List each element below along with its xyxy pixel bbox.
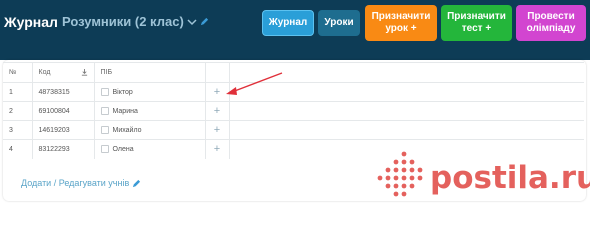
arrow-annotation (226, 72, 283, 95)
plus-icon[interactable]: + (214, 105, 220, 117)
page-title: Журнал (4, 14, 58, 30)
row-num: 1 (3, 82, 33, 102)
lessons-button-label: Уроки (324, 17, 354, 28)
assign-test-label-line2: тест + (461, 23, 492, 34)
chevron-down-icon (187, 18, 197, 25)
row-name-cell: Олена (94, 139, 206, 159)
row-checkbox[interactable] (100, 88, 109, 96)
plus-icon[interactable]: + (214, 143, 220, 155)
plus-icon[interactable]: + (214, 124, 220, 136)
column-num-header: № (3, 62, 33, 83)
row-name: Марина (112, 107, 138, 115)
pencil-icon (133, 179, 141, 187)
column-code-label: Код (38, 69, 51, 76)
download-icon[interactable] (81, 69, 88, 76)
column-name-header: ПІБ (94, 62, 206, 83)
class-selector[interactable]: Розумники (2 клас) (62, 14, 209, 29)
row-checkbox[interactable] (100, 145, 109, 154)
table-header-row: № Код ПІБ (3, 62, 584, 83)
assign-lesson-label-line2: урок + (385, 23, 417, 34)
row-num: 4 (3, 139, 33, 159)
edit-students-link[interactable]: Додати / Редагувати учнів (21, 178, 141, 188)
row-code: 14619203 (32, 120, 95, 140)
row-name-cell: Марина (94, 101, 206, 121)
watermark-text: postila.ru (430, 160, 590, 196)
class-selector-label: Розумники (2 клас) (62, 14, 184, 29)
watermark: postila.ru (377, 151, 590, 197)
row-code: 69100804 (32, 101, 95, 121)
row-name: Віктор (112, 88, 133, 96)
assign-test-button[interactable]: Призначити тест + (441, 5, 512, 41)
olympiad-label-line2: олімпіаду (526, 23, 576, 34)
edit-students-label: Додати / Редагувати учнів (21, 178, 130, 188)
olympiad-button[interactable]: Провести олімпіаду (516, 5, 586, 41)
add-lesson-cell[interactable]: + (205, 101, 230, 121)
lessons-button[interactable]: Уроки (318, 10, 360, 36)
plus-icon[interactable]: + (214, 86, 220, 98)
assign-test-label-line1: Призначити (447, 11, 506, 22)
journal-button[interactable]: Журнал (262, 10, 314, 36)
row-name-cell: Віктор (94, 82, 206, 102)
row-code: 83122293 (32, 139, 95, 159)
row-num: 3 (3, 120, 33, 140)
pencil-icon[interactable] (200, 17, 209, 26)
assign-lesson-label-line1: Призначити (371, 11, 431, 22)
table-row: 1 48738315 Віктор + (3, 82, 584, 102)
journal-button-label: Журнал (268, 17, 308, 28)
add-lesson-cell[interactable]: + (205, 139, 230, 159)
row-checkbox[interactable] (100, 107, 109, 115)
add-lesson-cell[interactable]: + (205, 120, 230, 140)
olympiad-label-line1: Провести (527, 11, 575, 22)
assign-lesson-button[interactable]: Призначити урок + (365, 5, 437, 41)
column-code-header[interactable]: Код (32, 62, 95, 83)
row-name: Михайло (112, 126, 142, 134)
row-name: Олена (112, 146, 134, 154)
row-code: 48738315 (32, 82, 95, 102)
row-checkbox[interactable] (100, 126, 109, 134)
row-name-cell: Михайло (94, 120, 206, 140)
row-num: 2 (3, 101, 33, 121)
